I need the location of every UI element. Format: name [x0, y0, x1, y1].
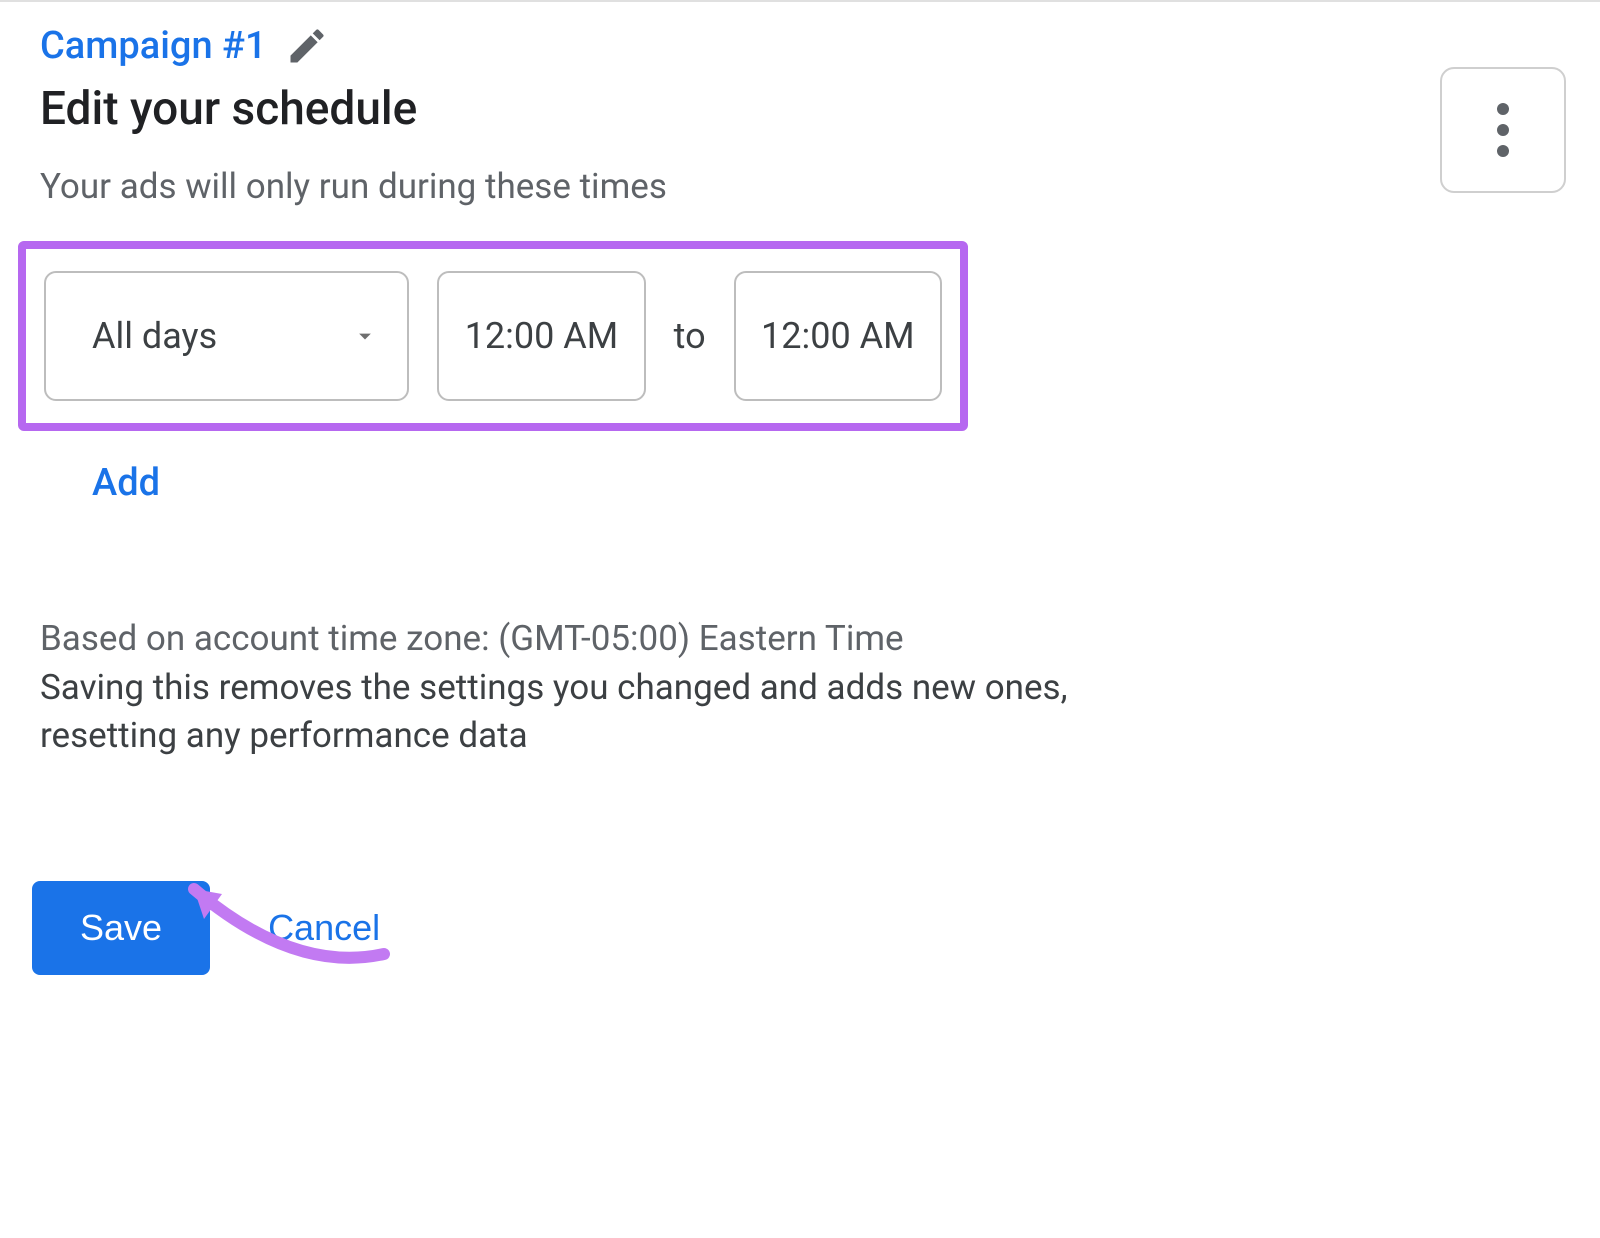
pencil-icon[interactable] [285, 24, 329, 68]
more-options-button[interactable] [1440, 67, 1566, 193]
end-time-value: 12:00 AM [761, 315, 915, 357]
timezone-note: Based on account time zone: (GMT-05:00) … [40, 615, 1140, 662]
chevron-down-icon [351, 322, 379, 350]
schedule-row-highlight: All days 12:00 AM to 12:00 AM [18, 241, 968, 431]
save-button[interactable]: Save [32, 881, 210, 975]
page-subtitle: Your ads will only run during these time… [40, 166, 1600, 207]
end-time-input[interactable]: 12:00 AM [734, 271, 942, 401]
days-select-value: All days [92, 315, 217, 357]
start-time-input[interactable]: 12:00 AM [437, 271, 645, 401]
add-button[interactable]: Add [92, 461, 160, 505]
button-row: Save Cancel [32, 881, 1600, 975]
start-time-value: 12:00 AM [465, 315, 619, 357]
warning-note: Saving this removes the settings you cha… [40, 664, 1140, 759]
cancel-button[interactable]: Cancel [268, 907, 380, 949]
campaign-link[interactable]: Campaign #1 [40, 24, 267, 68]
campaign-row: Campaign #1 [40, 24, 1600, 68]
page-title: Edit your schedule [40, 82, 1600, 136]
days-select[interactable]: All days [44, 271, 409, 401]
page-container: Campaign #1 Edit your schedule Your ads … [0, 0, 1600, 1238]
content-area: Campaign #1 Edit your schedule Your ads … [0, 24, 1600, 975]
vertical-dots-icon [1496, 102, 1510, 158]
to-label: to [674, 315, 706, 357]
